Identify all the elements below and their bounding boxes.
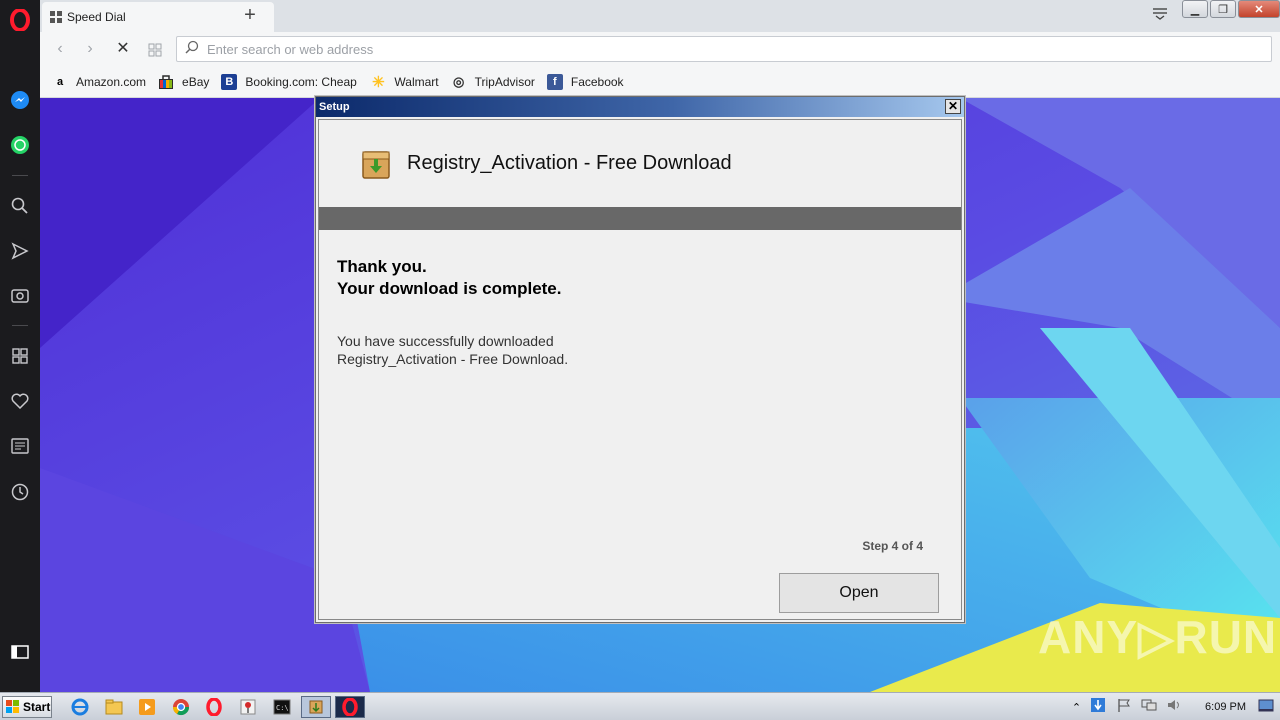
navigation-bar: ‹ › ✕ [40,32,1280,66]
close-window-button[interactable]: ✕ [1238,0,1280,18]
tray-expand-icon[interactable]: ⌃ [1072,701,1081,714]
dialog-title: Setup [319,101,350,113]
amazon-icon: a [56,75,64,88]
bookmark-tripadvisor[interactable]: ◎ TripAdvisor [451,74,535,90]
tab-menu-icon[interactable] [1152,6,1168,25]
chrome-icon[interactable] [171,697,191,717]
search-icon [185,40,199,59]
pin-app-icon[interactable] [238,697,258,717]
open-button[interactable]: Open [779,573,939,613]
start-button[interactable]: Start [2,696,52,718]
ebay-icon [158,74,174,90]
network-icon[interactable] [1141,698,1157,717]
opera-sidebar [0,0,40,692]
bookmark-booking[interactable]: B Booking.com: Cheap Ho [221,73,358,90]
walmart-icon: ✳ [372,73,385,91]
media-player-icon[interactable] [137,697,157,717]
address-bar[interactable] [176,36,1272,62]
opera-active-taskbar-button[interactable] [335,696,365,718]
back-icon[interactable]: ‹ [50,40,70,60]
opera-logo-icon[interactable] [8,8,32,32]
bookmark-amazon[interactable]: a Amazon.com [52,74,146,90]
download-complete-text: Your download is complete. [337,279,562,298]
file-explorer-icon[interactable] [104,697,124,717]
bookmark-facebook[interactable]: f Facebook [546,73,624,90]
send-icon[interactable] [8,239,32,263]
forward-icon[interactable]: › [80,40,100,60]
news-icon[interactable] [8,434,32,458]
sidebar-divider [12,325,28,326]
opera-taskbar-icon[interactable] [204,697,224,717]
tripadvisor-icon: ◎ [452,73,465,89]
windows-taskbar: Start C:\ ⌃ 6:09 PM [0,692,1280,720]
cmd-icon[interactable]: C:\ [272,697,292,717]
speed-dial-tab-icon [50,11,62,23]
camera-icon[interactable] [8,283,32,307]
svg-text:C:\: C:\ [276,704,289,712]
taskbar-clock[interactable]: 6:09 PM [1205,701,1246,713]
bookmarks-bar: a Amazon.com eBay B Booking.com: Cheap H… [40,66,1280,98]
minimize-button[interactable]: ▁ [1182,0,1208,18]
heart-icon[interactable] [8,389,32,413]
sidebar-toggle-icon[interactable] [8,640,32,664]
internet-explorer-icon[interactable] [70,697,90,717]
restore-button[interactable]: ❐ [1210,0,1236,18]
show-desktop-icon[interactable] [1258,699,1274,718]
windows-logo-icon [6,700,19,713]
whatsapp-icon[interactable] [8,133,32,157]
speed-dial-icon[interactable] [8,344,32,368]
bookmark-ebay[interactable]: eBay [158,74,209,90]
tab-strip: Speed Dial + ▁ ❐ ✕ [40,0,1280,32]
setup-dialog: Setup ✕ Registry_Activation - Free Downl… [315,96,965,623]
step-indicator: Step 4 of 4 [862,539,923,553]
anyrun-watermark: ANY▷RUN [1038,611,1278,663]
success-message-line2: Registry_Activation - Free Download. [337,351,569,367]
download-tray-icon[interactable] [1091,697,1106,717]
action-center-flag-icon[interactable] [1117,698,1131,717]
success-message-line1: You have successfully downloaded [337,333,554,349]
sidebar-divider [12,175,28,176]
dialog-titlebar[interactable]: Setup ✕ [316,97,964,117]
booking-icon: B [221,73,238,90]
address-input[interactable] [207,41,1107,57]
window-controls: ▁ ❐ ✕ [1180,0,1280,22]
history-clock-icon[interactable] [8,480,32,504]
dialog-separator-band [319,207,961,230]
dialog-header: Registry_Activation - Free Download [319,120,961,207]
stop-loading-icon[interactable]: ✕ [113,40,133,60]
bookmark-walmart[interactable]: ✳ Walmart [370,73,439,91]
tab-title: Speed Dial [67,10,126,24]
dialog-body: Thank you. Your download is complete. Yo… [319,230,961,368]
start-label: Start [23,700,51,714]
dialog-content: Registry_Activation - Free Download Than… [318,119,962,620]
package-download-icon [362,150,390,179]
search-icon[interactable] [8,194,32,218]
volume-icon[interactable] [1167,698,1183,717]
setup-taskbar-button[interactable] [301,696,331,718]
dialog-heading: Registry_Activation - Free Download [407,152,732,174]
system-tray: ⌃ 6:09 PM [1072,693,1280,720]
thank-you-text: Thank you. [337,257,427,276]
new-tab-button[interactable]: + [238,4,262,28]
tabs-grid-icon[interactable] [145,40,165,60]
messenger-icon[interactable] [8,88,32,112]
facebook-icon: f [546,73,563,90]
dialog-close-button[interactable]: ✕ [945,99,961,114]
